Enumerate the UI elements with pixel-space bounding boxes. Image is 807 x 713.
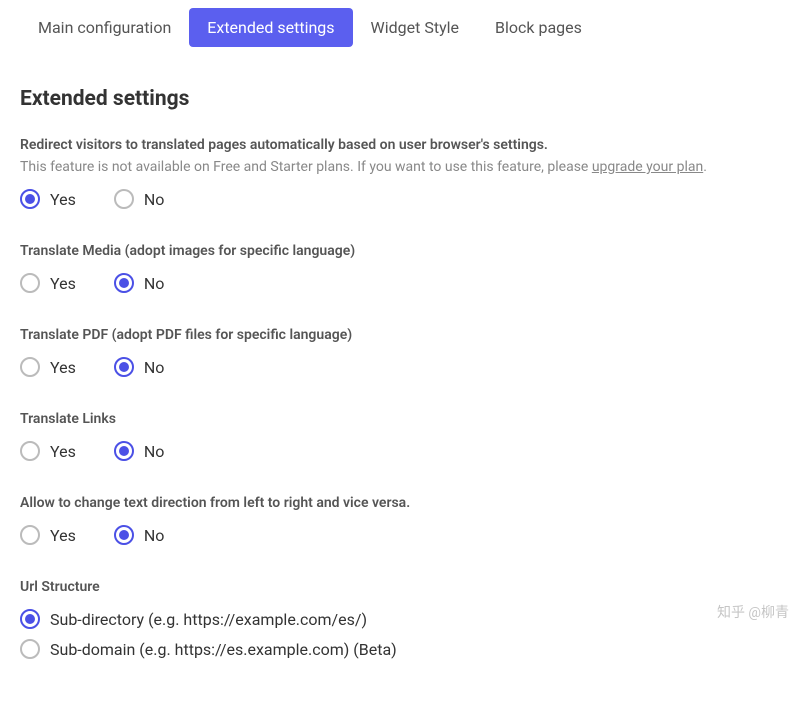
media-no-radio[interactable]: No <box>114 273 165 293</box>
field-redirect-label: Redirect visitors to translated pages au… <box>20 137 787 153</box>
links-yes-radio[interactable]: Yes <box>20 441 76 461</box>
field-text-direction: Allow to change text direction from left… <box>20 495 787 545</box>
field-translate-pdf: Translate PDF (adopt PDF files for speci… <box>20 327 787 377</box>
radio-icon <box>114 525 134 545</box>
redirect-yes-radio[interactable]: Yes <box>20 189 76 209</box>
radio-label: No <box>144 526 165 545</box>
radio-label: Sub-directory (e.g. https://example.com/… <box>50 610 367 629</box>
field-pdf-label: Translate PDF (adopt PDF files for speci… <box>20 327 787 343</box>
media-yes-radio[interactable]: Yes <box>20 273 76 293</box>
radio-icon <box>20 441 40 461</box>
section-title: Extended settings <box>20 87 787 111</box>
upgrade-plan-link[interactable]: upgrade your plan <box>592 159 703 175</box>
url-subdirectory-radio[interactable]: Sub-directory (e.g. https://example.com/… <box>20 609 787 629</box>
radio-icon <box>20 189 40 209</box>
direction-no-radio[interactable]: No <box>114 525 165 545</box>
radio-label: Yes <box>50 358 76 377</box>
radio-label: No <box>144 442 165 461</box>
direction-yes-radio[interactable]: Yes <box>20 525 76 545</box>
radio-icon <box>114 441 134 461</box>
tab-extended-settings[interactable]: Extended settings <box>189 8 352 47</box>
links-no-radio[interactable]: No <box>114 441 165 461</box>
radio-label: Sub-domain (e.g. https://es.example.com)… <box>50 640 397 659</box>
field-redirect-note: This feature is not available on Free an… <box>20 159 787 175</box>
radio-icon <box>114 357 134 377</box>
radio-icon <box>20 273 40 293</box>
note-prefix: This feature is not available on Free an… <box>20 159 592 175</box>
pdf-yes-radio[interactable]: Yes <box>20 357 76 377</box>
radio-label: Yes <box>50 442 76 461</box>
note-suffix: . <box>703 159 707 175</box>
radio-icon <box>20 525 40 545</box>
radio-icon <box>20 639 40 659</box>
field-url-structure: Url Structure Sub-directory (e.g. https:… <box>20 579 787 659</box>
pdf-no-radio[interactable]: No <box>114 357 165 377</box>
radio-label: Yes <box>50 526 76 545</box>
radio-icon <box>114 273 134 293</box>
tab-bar: Main configuration Extended settings Wid… <box>20 0 787 47</box>
radio-label: No <box>144 190 165 209</box>
radio-icon <box>114 189 134 209</box>
radio-icon <box>20 357 40 377</box>
field-translate-links: Translate Links Yes No <box>20 411 787 461</box>
tab-main-configuration[interactable]: Main configuration <box>20 8 189 47</box>
url-subdomain-radio[interactable]: Sub-domain (e.g. https://es.example.com)… <box>20 639 787 659</box>
field-redirect: Redirect visitors to translated pages au… <box>20 137 787 209</box>
field-links-label: Translate Links <box>20 411 787 427</box>
radio-label: No <box>144 274 165 293</box>
radio-icon <box>20 609 40 629</box>
field-url-label: Url Structure <box>20 579 787 595</box>
redirect-no-radio[interactable]: No <box>114 189 165 209</box>
tab-block-pages[interactable]: Block pages <box>477 8 600 47</box>
field-media-label: Translate Media (adopt images for specif… <box>20 243 787 259</box>
field-direction-label: Allow to change text direction from left… <box>20 495 787 511</box>
radio-label: Yes <box>50 274 76 293</box>
radio-label: No <box>144 358 165 377</box>
tab-widget-style[interactable]: Widget Style <box>353 8 477 47</box>
radio-label: Yes <box>50 190 76 209</box>
field-translate-media: Translate Media (adopt images for specif… <box>20 243 787 293</box>
